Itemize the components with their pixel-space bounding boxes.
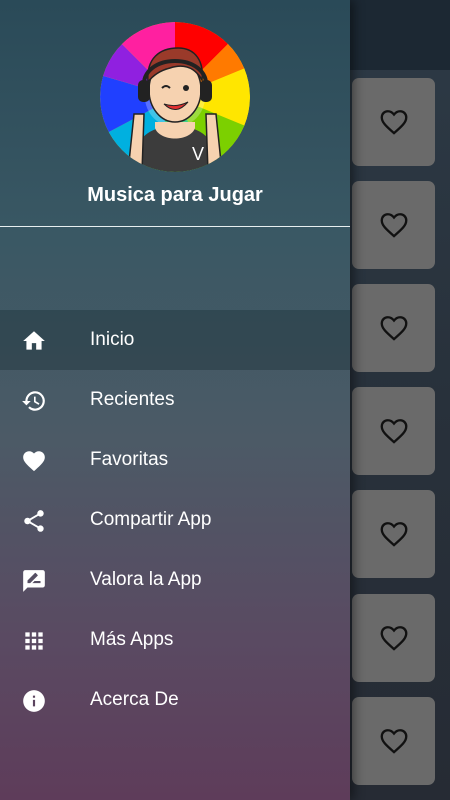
menu-item-label: Inicio	[90, 329, 135, 350]
menu-item-label: Favoritas	[90, 449, 169, 470]
heart-outline-icon[interactable]	[380, 109, 408, 135]
drawer-menu: Inicio Recientes Favoritas Compartir App…	[0, 310, 350, 730]
heart-outline-icon[interactable]	[380, 418, 408, 444]
menu-item-mas-apps[interactable]: Más Apps	[0, 610, 350, 670]
rate-review-icon	[20, 567, 48, 595]
song-card[interactable]	[352, 490, 435, 578]
heart-outline-icon[interactable]	[380, 728, 408, 754]
drawer-header: V Musica para Jugar	[0, 0, 350, 228]
app-name-title: Musica para Jugar	[87, 184, 263, 206]
menu-item-favoritas[interactable]: Favoritas	[0, 430, 350, 490]
song-card[interactable]	[352, 78, 435, 166]
heart-outline-icon[interactable]	[380, 212, 408, 238]
song-card[interactable]	[352, 181, 435, 269]
heart-outline-icon[interactable]	[380, 315, 408, 341]
menu-item-valora-la-app[interactable]: Valora la App	[0, 550, 350, 610]
apps-grid-icon	[20, 627, 48, 655]
share-icon	[20, 507, 48, 535]
svg-text:V: V	[192, 144, 204, 164]
song-card[interactable]	[352, 387, 435, 475]
menu-item-label: Valora la App	[90, 569, 202, 590]
song-card[interactable]	[352, 594, 435, 682]
menu-item-inicio[interactable]: Inicio	[0, 310, 350, 370]
menu-item-compartir-app[interactable]: Compartir App	[0, 490, 350, 550]
song-card[interactable]	[352, 697, 435, 785]
menu-item-label: Recientes	[90, 389, 175, 410]
menu-item-label: Más Apps	[90, 629, 174, 650]
heart-outline-icon[interactable]	[380, 625, 408, 651]
app-logo-avatar: V	[100, 22, 250, 172]
history-icon	[20, 387, 48, 415]
menu-item-acerca-de[interactable]: Acerca De	[0, 670, 350, 730]
song-card[interactable]	[352, 284, 435, 372]
header-divider	[0, 226, 350, 227]
heart-icon	[20, 447, 48, 475]
info-icon	[20, 687, 48, 715]
home-icon	[20, 327, 48, 355]
navigation-drawer: V Musica para Jugar Inicio Recientes Fav…	[0, 0, 350, 800]
menu-item-recientes[interactable]: Recientes	[0, 370, 350, 430]
menu-item-label: Compartir App	[90, 509, 212, 530]
menu-item-label: Acerca De	[90, 689, 179, 710]
heart-outline-icon[interactable]	[380, 521, 408, 547]
